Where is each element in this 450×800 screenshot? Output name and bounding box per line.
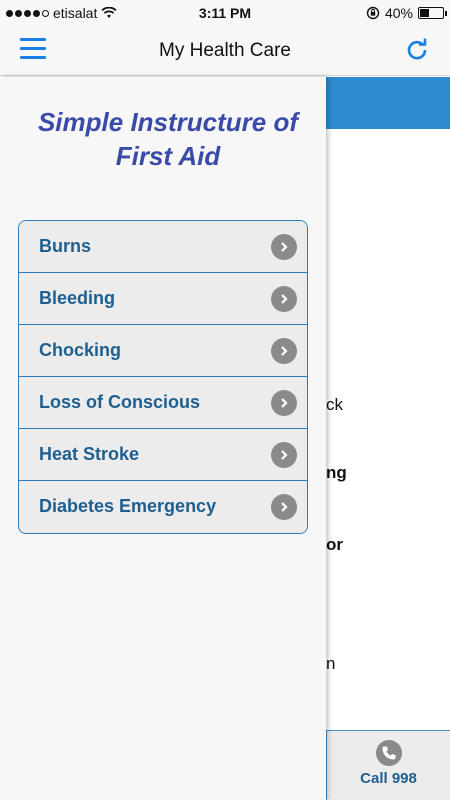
menu-item-heat-stroke[interactable]: Heat Stroke — [19, 429, 307, 481]
menu-item-label: Bleeding — [39, 288, 116, 308]
background-text: ck — [326, 395, 343, 414]
menu-item-label: Loss of Conscious — [39, 392, 201, 412]
rotation-lock-icon — [366, 6, 380, 20]
battery-icon — [418, 7, 447, 19]
call-998-button[interactable]: Call 998 — [326, 730, 450, 800]
menu-item-label: Chocking — [39, 340, 122, 360]
phone-icon — [375, 740, 402, 766]
background-text: or — [326, 535, 343, 554]
chevron-right-icon[interactable] — [271, 390, 297, 416]
chevron-right-icon[interactable] — [271, 286, 297, 312]
status-right: 40% — [366, 5, 447, 21]
menu-item-label: Diabetes Emergency — [39, 496, 217, 516]
background-text: n — [326, 654, 336, 673]
page-title: My Health Care — [159, 40, 291, 61]
chevron-right-icon[interactable] — [271, 494, 297, 520]
call-label: Call 998 — [360, 770, 417, 787]
chevron-right-icon[interactable] — [271, 234, 297, 260]
background-text: ng — [326, 463, 347, 482]
menu-item-loss-of-conscious[interactable]: Loss of Conscious — [19, 377, 307, 429]
battery-percent: 40% — [384, 5, 413, 21]
refresh-icon[interactable] — [404, 37, 430, 63]
chevron-right-icon[interactable] — [271, 442, 297, 468]
menu-item-burns[interactable]: Burns — [19, 221, 307, 273]
drawer-title: Simple Instructure of First Aid — [37, 107, 299, 171]
status-bar: etisalat 3:11 PM 40% — [0, 0, 450, 26]
menu-item-label: Burns — [39, 236, 92, 256]
menu-item-bleeding[interactable]: Bleeding — [19, 273, 307, 325]
chevron-right-icon[interactable] — [271, 338, 297, 364]
menu-item-diabetes-emergency[interactable]: Diabetes Emergency — [19, 481, 307, 533]
menu-item-label: Heat Stroke — [39, 444, 140, 464]
menu-item-chocking[interactable]: Chocking — [19, 325, 307, 377]
side-drawer: Simple Instructure of First Aid Burns Bl… — [0, 77, 326, 800]
nav-bar: My Health Care — [0, 26, 450, 76]
first-aid-menu: Burns Bleeding Chocking Loss of Consciou… — [18, 220, 308, 534]
